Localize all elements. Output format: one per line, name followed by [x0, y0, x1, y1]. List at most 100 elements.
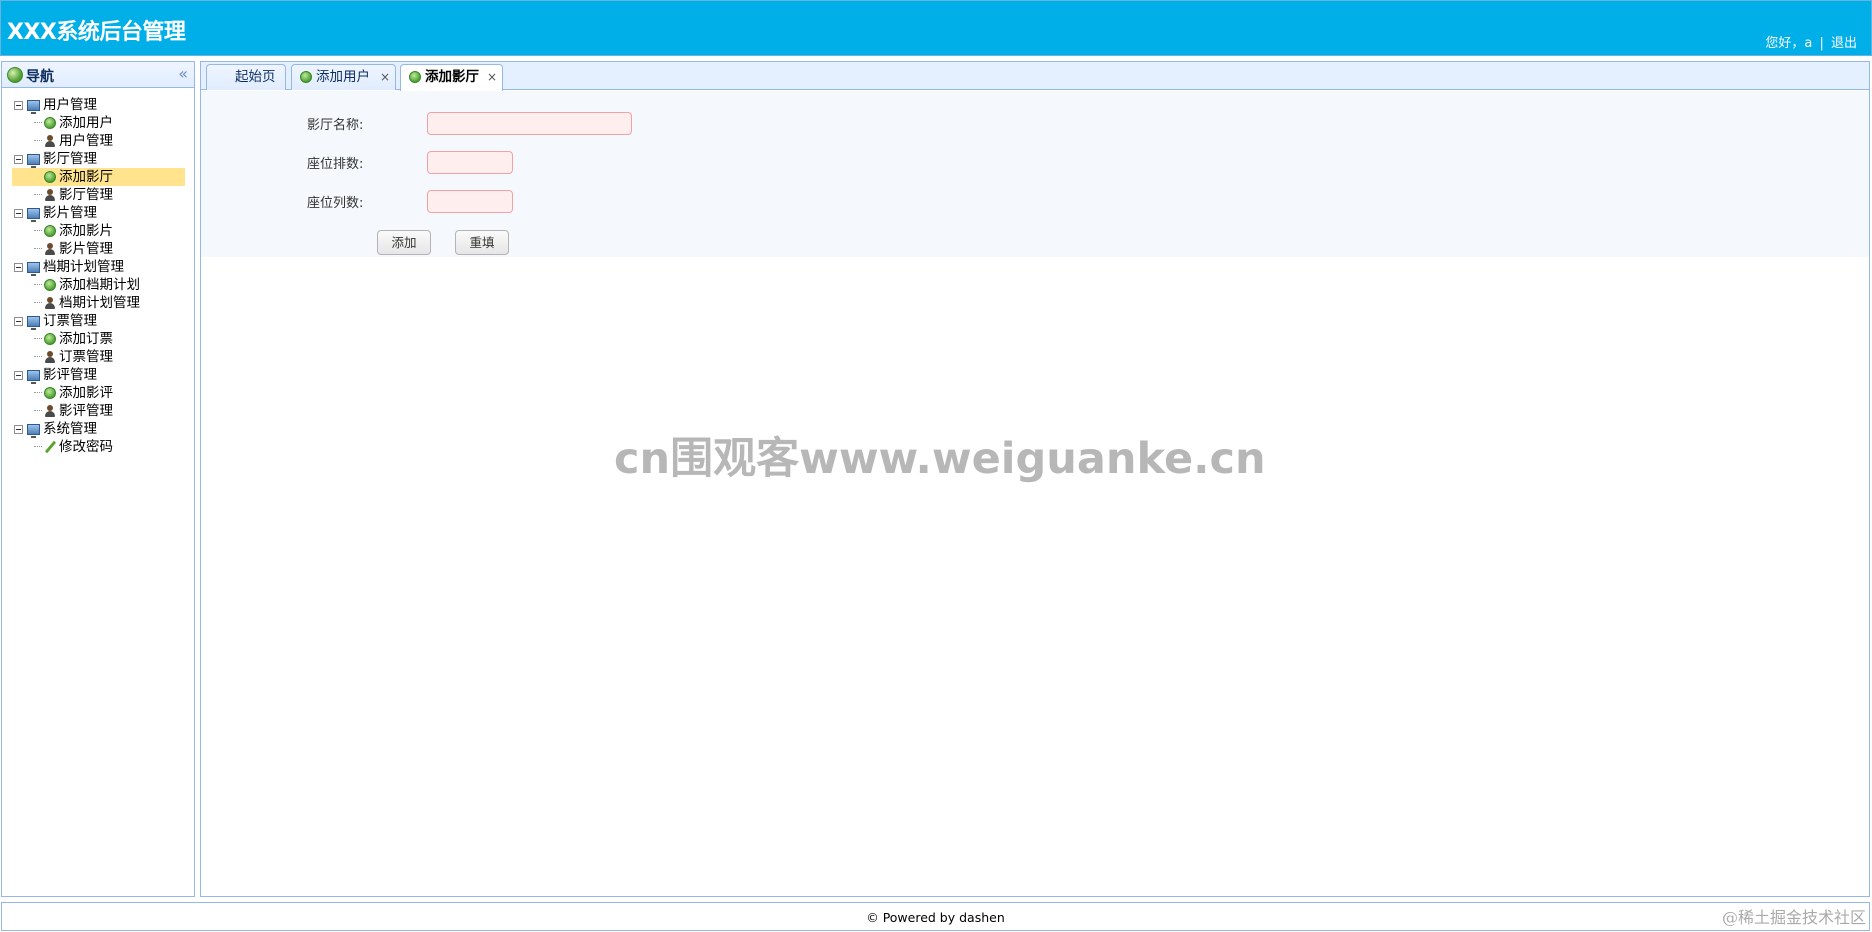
tree-group-schedule[interactable]: 档期计划管理 — [2, 258, 194, 276]
collapse-toggle-icon[interactable] — [14, 154, 23, 164]
greeting-text: 您好，a — [1765, 36, 1813, 51]
computer-icon — [27, 153, 40, 168]
tree-connector — [34, 392, 42, 393]
tab-label: 起始页 — [235, 69, 276, 85]
cols-label: 座位列数: — [307, 196, 364, 211]
hall-name-label: 影厅名称: — [307, 118, 364, 133]
tree-item-label: 添加用户 — [59, 115, 113, 131]
tree-group-user[interactable]: 用户管理 — [2, 96, 194, 114]
tree-group-review[interactable]: 影评管理 — [2, 366, 194, 384]
tree-group-label: 系统管理 — [43, 421, 97, 437]
close-icon[interactable]: × — [487, 65, 497, 89]
tree-item-schedule-manage[interactable]: 档期计划管理 — [2, 294, 194, 312]
collapse-toggle-icon[interactable] — [14, 424, 23, 434]
user-icon — [44, 405, 56, 417]
nav-panel-header: 导航 « — [2, 62, 194, 88]
computer-icon — [27, 207, 40, 222]
tab-bar: 起始页 添加用户 × 添加影厅 × — [201, 62, 1869, 91]
tree-item-user-manage[interactable]: 用户管理 — [2, 132, 194, 150]
computer-icon — [27, 369, 40, 384]
nav-panel-title: 导航 — [26, 69, 54, 85]
user-bar: 您好，a | 退出 — [1765, 32, 1857, 51]
collapse-toggle-icon[interactable] — [14, 208, 23, 218]
pencil-icon — [44, 441, 56, 453]
tree-item-add-ticket[interactable]: 添加订票 — [2, 330, 194, 348]
tab-label: 添加影厅 — [425, 69, 479, 85]
hall-name-input[interactable] — [427, 112, 632, 135]
add-icon — [44, 117, 56, 129]
watermark-text: cn围观客www.weiguanke.cn — [614, 434, 1266, 484]
collapse-toggle-icon[interactable] — [14, 316, 23, 326]
computer-icon — [27, 99, 40, 114]
nav-tree: 用户管理 添加用户 用户管理 影厅管理 添加影厅 影厅管理 影片管理 添加影片 … — [2, 88, 194, 456]
tree-connector — [34, 356, 42, 357]
add-icon — [44, 225, 56, 237]
tree-group-label: 用户管理 — [43, 97, 97, 113]
tree-connector — [34, 338, 42, 339]
reset-button[interactable]: 重填 — [455, 230, 509, 255]
add-hall-form: 影厅名称: 座位排数: 座位列数: 添加 重填 — [201, 91, 1869, 257]
tree-item-add-film[interactable]: 添加影片 — [2, 222, 194, 240]
collapse-panel-icon[interactable]: « — [178, 64, 188, 83]
tree-item-review-manage[interactable]: 影评管理 — [2, 402, 194, 420]
rows-label: 座位排数: — [307, 157, 364, 172]
tree-connector — [34, 194, 42, 195]
tree-item-label: 添加订票 — [59, 331, 113, 347]
collapse-toggle-icon[interactable] — [14, 262, 23, 272]
close-icon[interactable]: × — [380, 65, 390, 89]
collapse-toggle-icon[interactable] — [14, 370, 23, 380]
tree-group-ticket[interactable]: 订票管理 — [2, 312, 194, 330]
tree-connector — [34, 302, 42, 303]
tree-item-add-user[interactable]: 添加用户 — [2, 114, 194, 132]
tree-item-hall-manage[interactable]: 影厅管理 — [2, 186, 194, 204]
nav-panel: 导航 « 用户管理 添加用户 用户管理 影厅管理 添加影厅 影厅管理 影片管理 … — [1, 61, 195, 897]
add-icon — [44, 171, 56, 183]
add-icon — [44, 333, 56, 345]
add-icon — [44, 279, 56, 291]
tree-group-hall[interactable]: 影厅管理 — [2, 150, 194, 168]
logout-link[interactable]: 退出 — [1831, 36, 1857, 51]
tree-item-add-hall[interactable]: 添加影厅 — [12, 168, 185, 186]
tree-connector — [34, 248, 42, 249]
tree-connector — [34, 230, 42, 231]
tree-item-label: 添加影评 — [59, 385, 113, 401]
add-icon — [44, 387, 56, 399]
tree-group-label: 影片管理 — [43, 205, 97, 221]
tree-item-label: 影评管理 — [59, 403, 113, 419]
add-icon — [300, 71, 312, 83]
collapse-toggle-icon[interactable] — [14, 100, 23, 110]
computer-icon — [27, 261, 40, 276]
tree-item-add-review[interactable]: 添加影评 — [2, 384, 194, 402]
tree-item-label: 订票管理 — [59, 349, 113, 365]
tree-group-system[interactable]: 系统管理 — [2, 420, 194, 438]
tree-item-add-schedule[interactable]: 添加档期计划 — [2, 276, 194, 294]
app-header: XXX系统后台管理 您好，a | 退出 — [0, 0, 1872, 56]
tree-item-label: 影厅管理 — [59, 187, 113, 203]
globe-icon — [7, 67, 23, 83]
user-icon — [44, 189, 56, 201]
page-footer: © Powered by dashen — [1, 902, 1870, 931]
tree-item-label: 添加影片 — [59, 223, 113, 239]
tree-item-ticket-manage[interactable]: 订票管理 — [2, 348, 194, 366]
user-icon — [44, 243, 56, 255]
cols-input[interactable] — [427, 190, 513, 213]
user-icon — [44, 351, 56, 363]
tree-group-film[interactable]: 影片管理 — [2, 204, 194, 222]
tree-item-film-manage[interactable]: 影片管理 — [2, 240, 194, 258]
tree-item-label: 添加档期计划 — [59, 277, 140, 293]
tree-connector — [34, 122, 42, 123]
rows-input[interactable] — [427, 151, 513, 174]
tree-item-label: 添加影厅 — [59, 169, 113, 185]
tree-item-change-password[interactable]: 修改密码 — [2, 438, 194, 456]
tree-item-label: 修改密码 — [59, 439, 113, 455]
submit-button[interactable]: 添加 — [377, 230, 431, 255]
corner-watermark: @稀土掘金技术社区 — [1721, 908, 1866, 927]
computer-icon — [27, 315, 40, 330]
tab-home[interactable]: 起始页 — [206, 64, 286, 90]
tree-connector — [34, 446, 42, 447]
tab-add-hall[interactable]: 添加影厅 × — [400, 64, 503, 91]
app-title: XXX系统后台管理 — [7, 20, 186, 45]
tree-group-label: 订票管理 — [43, 313, 97, 329]
tab-add-user[interactable]: 添加用户 × — [291, 64, 396, 90]
tree-item-label: 用户管理 — [59, 133, 113, 149]
